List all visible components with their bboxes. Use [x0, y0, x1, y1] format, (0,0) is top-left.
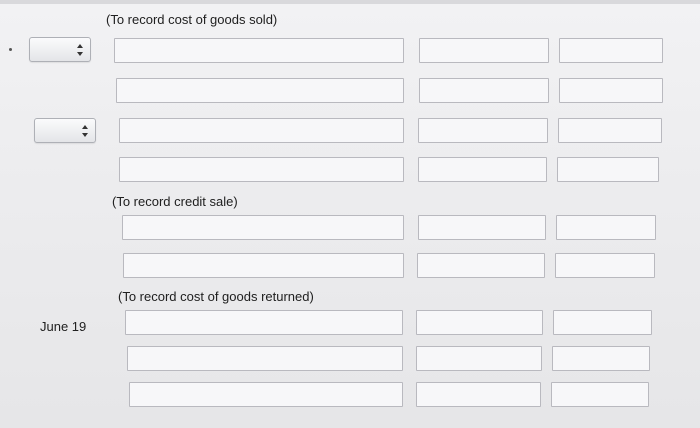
credit-field-4[interactable]: [557, 157, 659, 182]
note-cost-of-goods-sold: (To record cost of goods sold): [106, 12, 278, 27]
row-marker-dot: [9, 48, 12, 51]
credit-field-5[interactable]: [556, 215, 656, 240]
account-field-9[interactable]: [129, 382, 403, 407]
credit-field-6[interactable]: [555, 253, 655, 278]
date-select-1[interactable]: [29, 37, 91, 62]
account-field-6[interactable]: [123, 253, 404, 278]
debit-field-5[interactable]: [418, 215, 546, 240]
credit-field-3[interactable]: [558, 118, 662, 143]
top-divider: [0, 0, 700, 4]
debit-field-6[interactable]: [417, 253, 545, 278]
account-field-7[interactable]: [125, 310, 403, 335]
account-field-1[interactable]: [114, 38, 404, 63]
note-credit-sale: (To record credit sale): [112, 194, 238, 209]
credit-field-7[interactable]: [553, 310, 652, 335]
debit-field-2[interactable]: [419, 78, 549, 103]
account-field-8[interactable]: [127, 346, 403, 371]
debit-field-9[interactable]: [416, 382, 541, 407]
account-field-3[interactable]: [119, 118, 404, 143]
debit-field-8[interactable]: [416, 346, 542, 371]
date-select-2[interactable]: [34, 118, 96, 143]
credit-field-8[interactable]: [552, 346, 650, 371]
debit-field-3[interactable]: [418, 118, 548, 143]
up-down-arrows-icon: [77, 44, 83, 56]
credit-field-1[interactable]: [559, 38, 663, 63]
account-field-2[interactable]: [116, 78, 404, 103]
account-field-5[interactable]: [122, 215, 404, 240]
debit-field-4[interactable]: [418, 157, 547, 182]
up-down-arrows-icon: [82, 125, 88, 137]
credit-field-9[interactable]: [551, 382, 649, 407]
credit-field-2[interactable]: [559, 78, 663, 103]
date-june-19: June 19: [40, 319, 87, 334]
account-field-4[interactable]: [119, 157, 404, 182]
note-cost-of-goods-returned: (To record cost of goods returned): [118, 289, 314, 304]
debit-field-7[interactable]: [416, 310, 543, 335]
debit-field-1[interactable]: [419, 38, 549, 63]
